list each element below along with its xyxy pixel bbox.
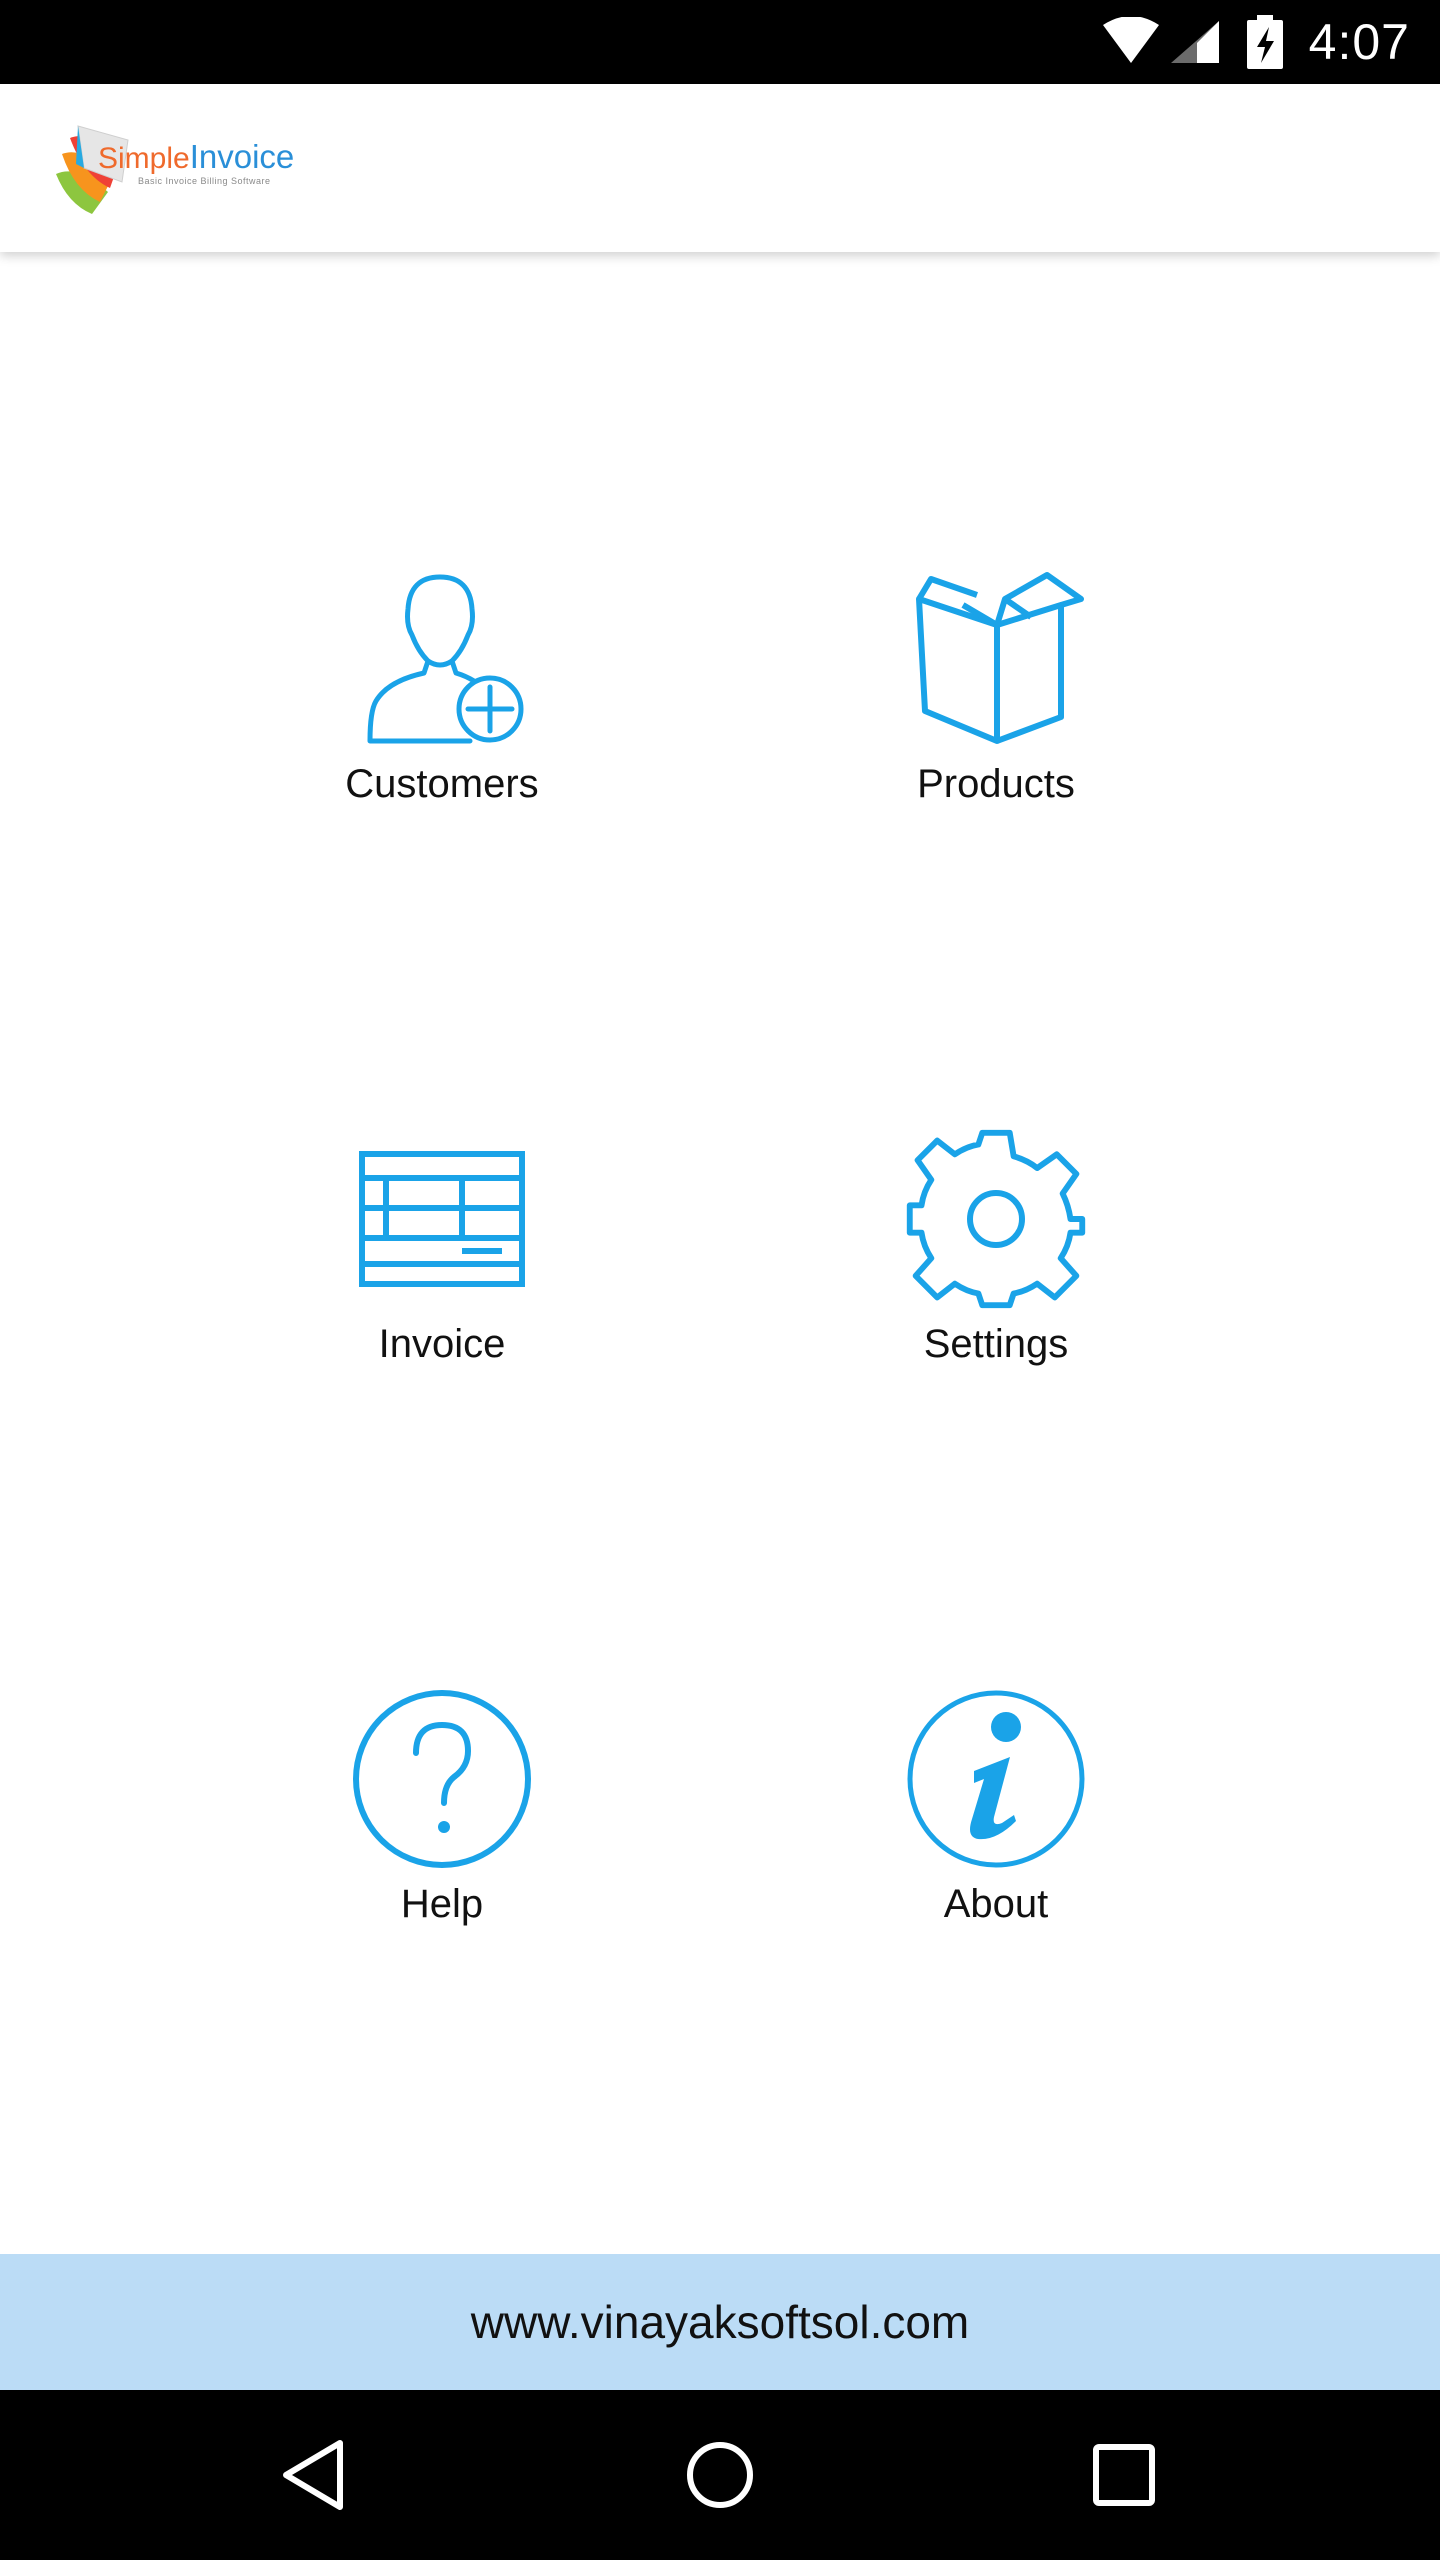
- battery-charging-icon: [1246, 15, 1283, 69]
- cell-signal-icon: [1170, 21, 1219, 63]
- app-bar: SimpleInvoice Basic Invoice Billing Soft…: [0, 84, 1440, 252]
- help-icon-wrap: [342, 1684, 542, 1874]
- status-time: 4:07: [1308, 14, 1410, 70]
- settings-tile[interactable]: Settings: [846, 1124, 1146, 1424]
- invoice-tile[interactable]: Invoice: [292, 1124, 592, 1424]
- gear-icon: [906, 1129, 1086, 1309]
- box-icon: [916, 572, 1084, 744]
- question-circle-icon: [353, 1690, 531, 1868]
- app-logo[interactable]: SimpleInvoice Basic Invoice Billing Soft…: [48, 124, 298, 216]
- help-tile[interactable]: Help: [292, 1684, 592, 1984]
- about-label: About: [943, 1882, 1049, 1926]
- status-bar: 4:07: [0, 0, 1440, 84]
- products-tile[interactable]: Products: [846, 564, 1146, 864]
- products-label: Products: [917, 762, 1075, 806]
- invoice-label: Invoice: [378, 1322, 506, 1366]
- help-label: Help: [400, 1882, 484, 1926]
- logo-word-simple: Simple: [98, 142, 190, 175]
- back-icon[interactable]: [276, 2435, 356, 2515]
- home-menu-grid: Customers Products Invoice Settings Help…: [0, 252, 1440, 2254]
- wifi-icon: [1102, 17, 1159, 63]
- info-circle-icon: [907, 1690, 1085, 1868]
- status-icons: 4:07: [1101, 0, 1440, 84]
- about-tile[interactable]: About: [846, 1684, 1146, 1984]
- invoice-icon-wrap: [342, 1124, 542, 1314]
- products-icon-wrap: [896, 564, 1096, 754]
- logo-wordmark: SimpleInvoice: [98, 138, 294, 176]
- about-icon-wrap: [896, 1684, 1096, 1874]
- settings-icon-wrap: [896, 1124, 1096, 1314]
- navigation-bar: [0, 2390, 1440, 2560]
- home-icon[interactable]: [680, 2435, 760, 2515]
- customers-icon-wrap: [342, 564, 542, 754]
- add-user-icon: [367, 574, 524, 744]
- customers-label: Customers: [345, 762, 539, 806]
- invoice-table-icon: [359, 1151, 525, 1287]
- logo-tagline: Basic Invoice Billing Software: [138, 176, 271, 186]
- settings-label: Settings: [923, 1322, 1069, 1366]
- footer-banner[interactable]: www.vinayaksoftsol.com: [0, 2254, 1440, 2390]
- logo-word-invoice: Invoice: [189, 138, 295, 175]
- customers-tile[interactable]: Customers: [292, 564, 592, 864]
- recents-icon[interactable]: [1084, 2435, 1164, 2515]
- footer-url-link[interactable]: www.vinayaksoftsol.com: [471, 2295, 970, 2349]
